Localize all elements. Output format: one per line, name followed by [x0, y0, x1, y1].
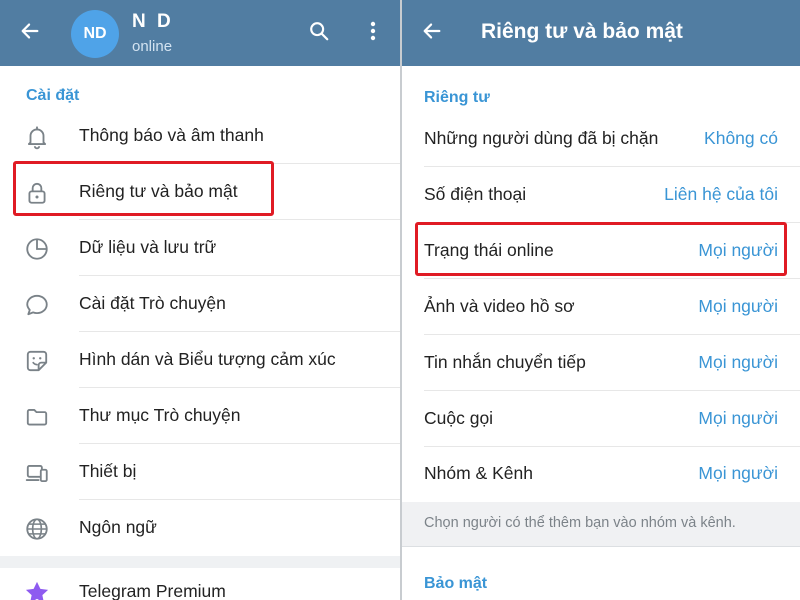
- arrow-left-icon: [421, 20, 443, 47]
- security-section-title: Bảo mật: [424, 575, 488, 592]
- row-blocked-users[interactable]: Những người dùng đã bị chặn Không có: [402, 111, 800, 167]
- row-value: Mọi người: [698, 463, 778, 483]
- row-value: Mọi người: [698, 240, 778, 260]
- star-icon: [22, 578, 52, 600]
- menu-item-data-storage[interactable]: Dữ liệu và lưu trữ: [0, 220, 400, 276]
- row-label: Cuộc gọi: [424, 408, 494, 428]
- groups-hint-text: Chọn người có thể thêm bạn vào nhóm và k…: [424, 515, 736, 531]
- menu-label: Thông báo và âm thanh: [79, 125, 264, 145]
- profile-status: online: [132, 38, 173, 55]
- menu-item-privacy-security[interactable]: Riêng tư và bảo mật: [0, 164, 400, 220]
- row-label: Tin nhắn chuyển tiếp: [424, 352, 586, 372]
- menu-label: Ngôn ngữ: [79, 517, 157, 537]
- row-label: Trạng thái online: [424, 240, 554, 260]
- globe-icon: [22, 514, 52, 544]
- menu-item-devices[interactable]: Thiết bị: [0, 444, 400, 500]
- row-value: Mọi người: [698, 296, 778, 316]
- row-label: Số điện thoại: [424, 184, 527, 204]
- privacy-section-title: Riêng tư: [424, 89, 490, 106]
- menu-label: Cài đặt Trò chuyện: [79, 293, 226, 313]
- clock-pie-icon: [22, 234, 52, 264]
- menu-label: Thiết bị: [79, 461, 137, 481]
- menu-label: Telegram Premium: [79, 581, 226, 600]
- menu-item-chat-folders[interactable]: Thư mục Trò chuyện: [0, 388, 400, 444]
- bell-icon: [22, 122, 52, 152]
- row-forwarded-messages[interactable]: Tin nhắn chuyển tiếp Mọi người: [402, 335, 800, 391]
- row-last-seen-online[interactable]: Trạng thái online Mọi người: [402, 223, 800, 279]
- privacy-header: Riêng tư và bảo mật: [402, 0, 800, 66]
- menu-label: Dữ liệu và lưu trữ: [79, 237, 217, 257]
- menu-item-notifications[interactable]: Thông báo và âm thanh: [0, 108, 400, 164]
- folder-icon: [22, 402, 52, 432]
- menu-item-language[interactable]: Ngôn ngữ: [0, 500, 400, 556]
- search-icon: [308, 20, 330, 47]
- row-profile-photos[interactable]: Ảnh và video hồ sơ Mọi người: [402, 279, 800, 335]
- row-value: Không có: [704, 128, 778, 148]
- profile-name: N D: [132, 11, 174, 32]
- menu-item-telegram-premium[interactable]: Telegram Premium: [0, 568, 400, 600]
- row-value: Mọi người: [698, 408, 778, 428]
- more-options-button[interactable]: [353, 13, 393, 53]
- back-button[interactable]: [412, 13, 452, 53]
- row-groups-channels[interactable]: Nhóm & Kênh Mọi người: [402, 446, 800, 502]
- page-title: Riêng tư và bảo mật: [481, 20, 683, 43]
- chat-bubble-icon: [22, 290, 52, 320]
- arrow-left-icon: [19, 20, 41, 47]
- groups-hint-band: Chọn người có thể thêm bạn vào nhóm và k…: [402, 502, 800, 547]
- row-label: Những người dùng đã bị chặn: [424, 128, 659, 148]
- lock-icon: [22, 178, 52, 208]
- devices-icon: [22, 458, 52, 488]
- settings-header: ND N D online: [0, 0, 400, 66]
- more-vertical-icon: [370, 21, 376, 46]
- privacy-security-screen: Riêng tư và bảo mật Riêng tư Những người…: [402, 0, 800, 600]
- menu-label: Riêng tư và bảo mật: [79, 181, 238, 201]
- row-value: Mọi người: [698, 352, 778, 372]
- row-label: Ảnh và video hồ sơ: [424, 296, 575, 316]
- back-button[interactable]: [10, 13, 50, 53]
- sticker-icon: [22, 346, 52, 376]
- settings-screen: ND N D online Cài đặt Thông báo và âm th…: [0, 0, 400, 600]
- settings-section-title: Cài đặt: [26, 87, 80, 104]
- row-label: Nhóm & Kênh: [424, 463, 533, 483]
- section-spacer: [0, 556, 400, 568]
- menu-item-chat-settings[interactable]: Cài đặt Trò chuyện: [0, 276, 400, 332]
- row-value: Liên hệ của tôi: [664, 184, 778, 204]
- menu-label: Thư mục Trò chuyện: [79, 405, 241, 425]
- search-button[interactable]: [299, 13, 339, 53]
- row-phone-number[interactable]: Số điện thoại Liên hệ của tôi: [402, 167, 800, 223]
- avatar[interactable]: ND: [71, 10, 119, 58]
- menu-item-stickers-emoji[interactable]: Hình dán và Biểu tượng cảm xúc: [0, 332, 400, 388]
- row-calls[interactable]: Cuộc gọi Mọi người: [402, 391, 800, 447]
- menu-label: Hình dán và Biểu tượng cảm xúc: [79, 349, 336, 369]
